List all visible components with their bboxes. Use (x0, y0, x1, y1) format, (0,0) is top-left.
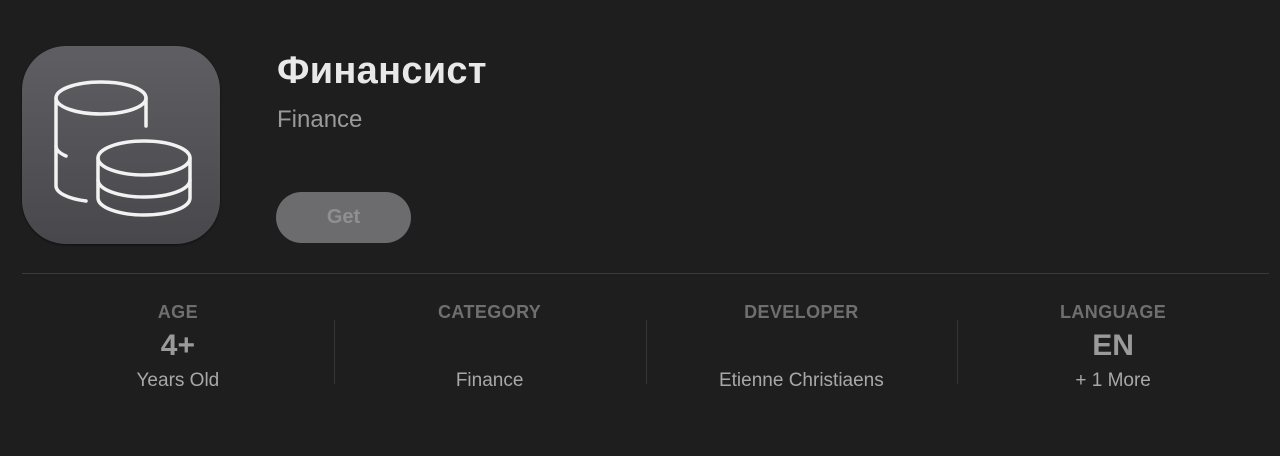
info-developer-value (646, 326, 958, 366)
info-age-sub: Years Old (136, 370, 220, 391)
stacked-coins-icon (22, 46, 220, 244)
info-category-label: CATEGORY (438, 302, 542, 322)
info-language-sub[interactable]: + 1 More (957, 370, 1269, 392)
info-language-value: EN (1092, 329, 1134, 362)
info-language-label: LANGUAGE (1060, 302, 1167, 322)
info-category[interactable]: CATEGORY Finance (333, 296, 646, 416)
app-store-header: Финансист Finance Get AGE 4+ Years Old C… (0, 0, 1280, 456)
info-row: AGE 4+ Years Old CATEGORY Finance DEVELO… (22, 296, 1269, 416)
info-age: AGE 4+ Years Old (22, 296, 334, 416)
info-developer-sub[interactable]: Etienne Christiaens (646, 370, 958, 392)
info-age-label: AGE (157, 302, 198, 322)
info-language[interactable]: LANGUAGE EN + 1 More (957, 296, 1269, 416)
app-title: Финансист (277, 50, 487, 92)
info-category-sub[interactable]: Finance (334, 370, 646, 392)
info-developer[interactable]: DEVELOPER Etienne Christiaens (645, 296, 958, 416)
info-developer-label: DEVELOPER (744, 302, 859, 322)
info-age-value: 4+ (160, 329, 195, 362)
divider (22, 273, 1269, 274)
app-subtitle: Finance (277, 106, 363, 133)
info-category-value (334, 326, 646, 366)
get-button[interactable]: Get (276, 192, 411, 243)
